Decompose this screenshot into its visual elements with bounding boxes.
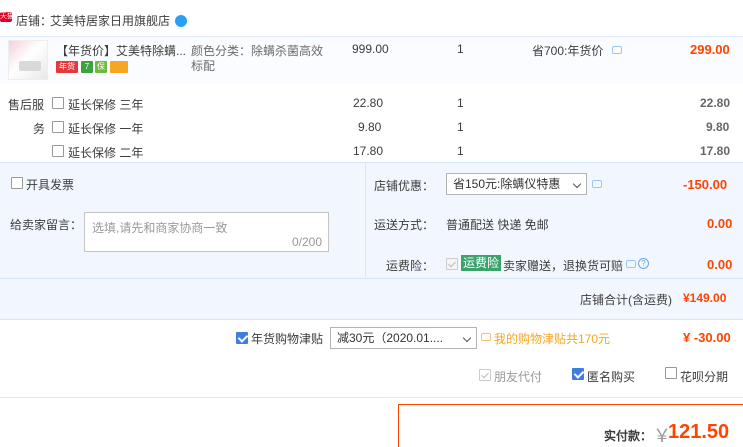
shipping-value: 普通配送 快递 免邮: [446, 218, 549, 232]
item-saving: 省700:年货价: [532, 44, 604, 58]
warranty-3yr-checkbox[interactable]: [52, 97, 64, 109]
huabei-label: 花呗分期: [680, 370, 729, 384]
insurance-chat-icon[interactable]: [626, 260, 636, 268]
warranty-3yr-label: 延长保修 三年: [68, 98, 144, 112]
shop-subtotal-amount: ¥149.00: [683, 291, 727, 305]
insurance-label: 运费险：: [386, 259, 435, 273]
credit-card-icon: [110, 61, 128, 73]
chevron-down-icon: [462, 333, 472, 343]
warranty-3yr-qty: 1: [457, 96, 464, 110]
warranty-1yr-subtotal: 9.80: [706, 120, 730, 134]
invoice-checkbox[interactable]: [11, 177, 23, 189]
warranty-2yr-checkbox[interactable]: [52, 145, 64, 157]
message-counter: 0/200: [291, 235, 322, 249]
shop-label: 店铺：: [16, 14, 53, 28]
message-placeholder: 选填,请先和商家协商一致: [92, 221, 228, 235]
insurance-text: 卖家赠送，退换货可赔: [503, 259, 624, 273]
insurance-checkbox[interactable]: [446, 258, 458, 270]
subsidy-note: 我的购物津贴共170元: [494, 332, 611, 346]
saving-info-icon[interactable]: [612, 46, 622, 54]
shop-discount-amount: -150.00: [683, 177, 728, 192]
warranty-3yr-price: 22.80: [353, 96, 384, 110]
shop-discount-select[interactable]: 省150元:除螨仪特惠: [446, 173, 587, 195]
insurance-tag: 运费险: [461, 255, 502, 271]
item-title-link[interactable]: 【年货价】艾美特除螨...: [56, 42, 186, 59]
message-textarea[interactable]: 选填,请先和商家协商一致 0/200: [84, 212, 329, 252]
anonymous-checkbox[interactable]: [572, 368, 584, 380]
subsidy-select-value: 减30元（2020.01....: [337, 331, 444, 345]
huabei-checkbox[interactable]: [665, 367, 677, 379]
tmall-logo-icon: 天猫: [0, 12, 14, 22]
warranty-3yr-subtotal: 22.80: [700, 96, 731, 110]
subsidy-checkbox[interactable]: [236, 332, 248, 344]
badge-seven-day-icon: 7: [81, 61, 93, 73]
divider: [0, 397, 743, 398]
subsidy-select[interactable]: 减30元（2020.01....: [330, 327, 477, 349]
wangwang-chat-icon[interactable]: [175, 15, 187, 27]
final-label: 实付款：: [604, 429, 653, 443]
shop-name-link[interactable]: 艾美特居家日用旗舰店: [50, 12, 170, 29]
subsidy-info-icon[interactable]: [481, 333, 491, 341]
warranty-1yr-qty: 1: [457, 120, 464, 134]
subsidy-amount: ¥ -30.00: [683, 330, 731, 345]
warranty-1yr-label: 延长保修 一年: [68, 122, 144, 136]
chevron-down-icon: [572, 179, 582, 189]
friend-pay-checkbox[interactable]: [479, 369, 491, 381]
item-qty: 1: [457, 42, 464, 56]
warranty-2yr-label: 延长保修 二年: [68, 146, 144, 160]
item-attr-2: 标配: [191, 59, 216, 73]
aftersale-label-2: 务: [33, 122, 46, 136]
badge-guarantee-icon: 保: [95, 61, 107, 73]
subsidy-label: 年货购物津贴: [251, 332, 324, 346]
anonymous-label: 匿名购买: [587, 370, 636, 384]
invoice-label: 开具发票: [26, 178, 75, 192]
aftersale-label: 售后服: [8, 98, 45, 112]
final-amount: 121.50: [668, 421, 730, 443]
item-subtotal: 299.00: [690, 42, 730, 57]
message-label: 给卖家留言：: [10, 218, 83, 232]
product-thumbnail[interactable]: [8, 40, 48, 80]
shop-subtotal-label: 店铺合计(含运费): [580, 293, 672, 307]
friend-pay-label: 朋友代付: [494, 370, 543, 384]
warranty-1yr-price: 9.80: [358, 120, 382, 134]
warranty-2yr-subtotal: 17.80: [700, 144, 731, 158]
insurance-amount: 0.00: [707, 257, 733, 272]
final-payment-box: 实付款： ￥ 121.50: [398, 404, 743, 447]
options-divider: [365, 163, 366, 277]
shipping-label: 运送方式：: [374, 218, 435, 232]
help-icon[interactable]: ?: [638, 258, 649, 269]
shop-discount-select-value: 省150元:除螨仪特惠: [453, 177, 561, 191]
shop-header: 天猫 店铺： 艾美特居家日用旗舰店: [0, 0, 743, 36]
item-price: 999.00: [352, 42, 389, 56]
shipping-amount: 0.00: [707, 216, 733, 231]
warranty-2yr-qty: 1: [457, 144, 464, 158]
shop-discount-label: 店铺优惠：: [374, 179, 435, 193]
badge-year-goods: 年货: [56, 61, 78, 73]
discount-info-icon[interactable]: [592, 180, 602, 188]
warranty-1yr-checkbox[interactable]: [52, 121, 64, 133]
warranty-2yr-price: 17.80: [353, 144, 384, 158]
